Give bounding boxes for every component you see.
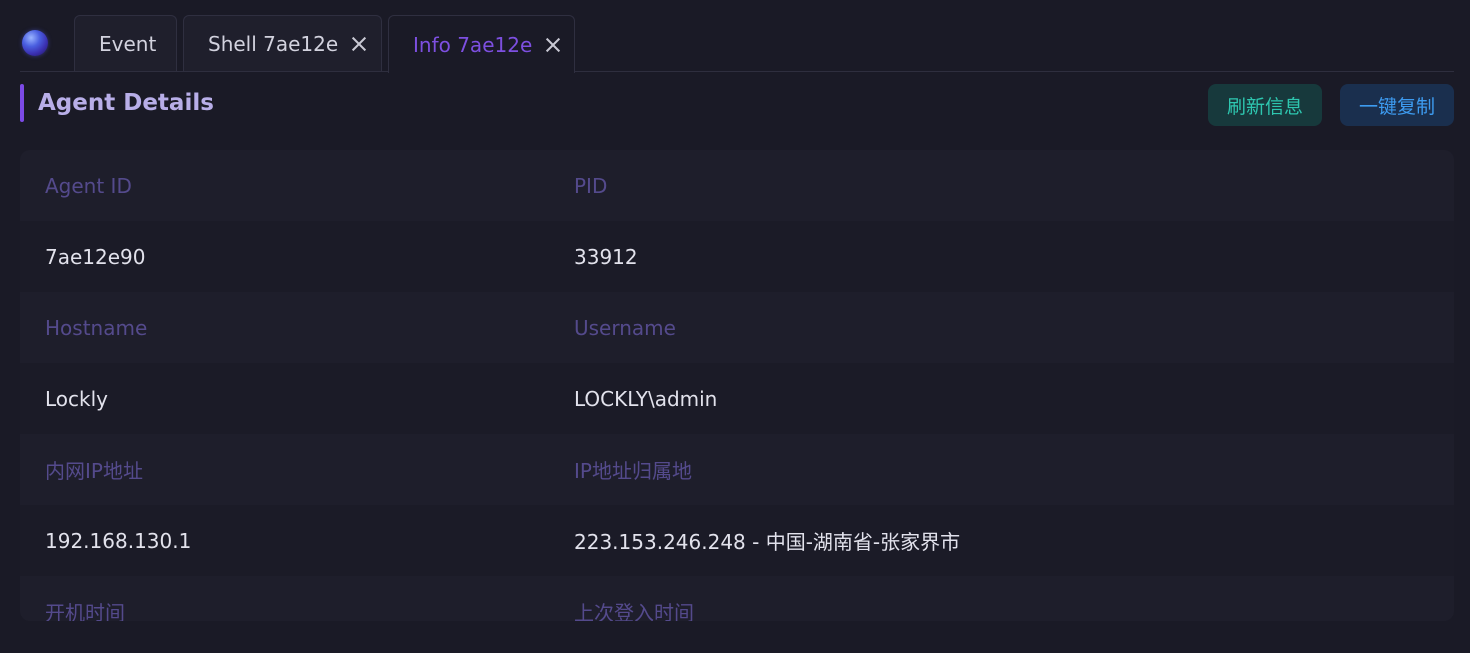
field-value-internal-ip: 192.168.130.1	[45, 528, 192, 553]
tab-bar: Event Shell 7ae12e Info 7ae12e	[0, 0, 1470, 73]
field-value-pid: 33912	[574, 244, 638, 269]
tab-shell[interactable]: Shell 7ae12e	[183, 15, 382, 72]
label-row: Agent ID PID	[20, 150, 1454, 221]
value-row: 7ae12e90 33912	[20, 221, 1454, 292]
page-title: Agent Details	[38, 90, 214, 116]
refresh-info-button[interactable]: 刷新信息	[1208, 84, 1322, 126]
tab-event[interactable]: Event	[74, 15, 177, 72]
close-icon[interactable]	[350, 35, 368, 53]
field-label-ip-location: IP地址归属地	[574, 459, 692, 483]
label-row: Hostname Username	[20, 292, 1454, 363]
field-label-username: Username	[574, 315, 676, 340]
tab-label: Event	[99, 32, 157, 56]
field-value-hostname: Lockly	[45, 386, 108, 411]
app-logo-icon	[22, 30, 48, 56]
label-row: 开机时间 上次登入时间	[20, 576, 1454, 621]
agent-details-grid: Agent ID PID 7ae12e90 33912 Hostname Use…	[20, 150, 1454, 621]
accent-bar	[20, 84, 24, 122]
field-value-agent-id: 7ae12e90	[45, 244, 146, 269]
close-icon[interactable]	[544, 36, 562, 54]
field-label-hostname: Hostname	[45, 315, 148, 340]
copy-all-button[interactable]: 一键复制	[1340, 84, 1454, 126]
tab-info[interactable]: Info 7ae12e	[388, 15, 575, 73]
field-value-ip-location: 223.153.246.248 - 中国-湖南省-张家界市	[574, 530, 961, 554]
tab-label: Info 7ae12e	[413, 32, 533, 57]
section-header: Agent Details	[20, 84, 214, 122]
field-value-username: LOCKLY\admin	[574, 386, 718, 411]
agent-info-app: Event Shell 7ae12e Info 7ae12e Agent Det…	[0, 0, 1470, 653]
value-row: Lockly LOCKLY\admin	[20, 363, 1454, 434]
tab-label: Shell 7ae12e	[208, 32, 339, 56]
field-label-boot-time: 开机时间	[45, 601, 125, 621]
field-label-last-login-time: 上次登入时间	[574, 601, 694, 621]
tab-bar-divider	[20, 71, 1454, 72]
field-label-internal-ip: 内网IP地址	[45, 459, 143, 483]
field-label-agent-id: Agent ID	[45, 173, 132, 198]
field-label-pid: PID	[574, 173, 608, 198]
label-row: 内网IP地址 IP地址归属地	[20, 434, 1454, 505]
value-row: 192.168.130.1 223.153.246.248 - 中国-湖南省-张…	[20, 505, 1454, 576]
